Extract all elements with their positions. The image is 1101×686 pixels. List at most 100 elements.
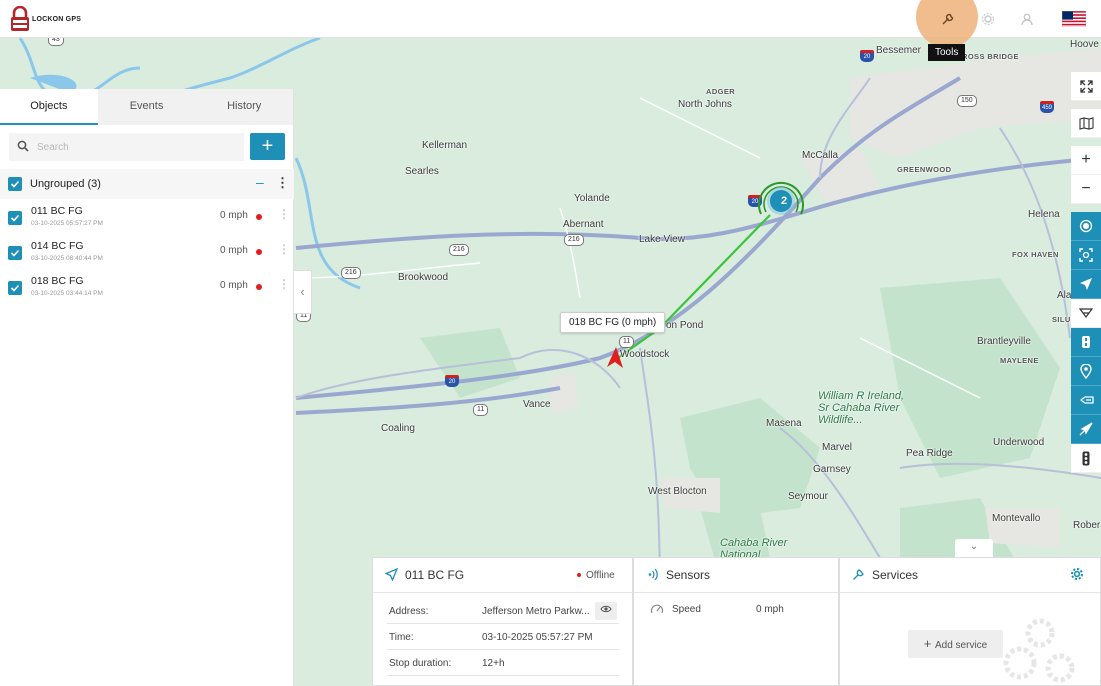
- search-row: +: [9, 133, 285, 161]
- filter-icon[interactable]: [1071, 299, 1101, 328]
- place-label: Brookwood: [398, 272, 449, 283]
- add-object-button[interactable]: +: [250, 133, 285, 160]
- object-name: 011 BC FG: [31, 205, 83, 217]
- object-checkbox[interactable]: [8, 281, 22, 295]
- sensors-panel: Sensors Speed 0 mph: [633, 557, 839, 686]
- object-name: 014 BC FG: [31, 240, 84, 252]
- route-shield: 150: [957, 95, 977, 107]
- check-icon: [10, 284, 20, 292]
- fit-bounds-icon[interactable]: [1071, 241, 1101, 270]
- interstate-shield: 20: [445, 375, 459, 387]
- padlock-logo-icon: [11, 6, 29, 31]
- zoom-in-icon[interactable]: +: [1071, 146, 1101, 175]
- expand-panel-chevron-icon[interactable]: ⌄: [955, 539, 993, 557]
- object-menu-icon[interactable]: ⋮: [278, 277, 290, 291]
- check-icon: [10, 249, 20, 257]
- info-row-address: Address: Jefferson Metro Parkw...: [387, 598, 619, 624]
- place-label: GREENWOOD: [897, 165, 952, 174]
- group-checkbox[interactable]: [8, 177, 22, 191]
- place-label: Hoove: [1070, 39, 1099, 50]
- place-label: Garnsey: [813, 464, 851, 475]
- sensor-name: Speed: [672, 604, 701, 615]
- info-value: 12+h: [482, 658, 505, 669]
- place-label: ADGER: [706, 87, 736, 96]
- tab-events[interactable]: Events: [98, 89, 196, 125]
- offline-status-icon: [256, 284, 262, 290]
- services-panel: Services + Add service: [839, 557, 1101, 686]
- group-menu-icon[interactable]: ⋮: [276, 175, 289, 191]
- park-label: William R Ireland, Sr Cahaba River Wildl…: [818, 390, 905, 426]
- fullscreen-icon[interactable]: [1071, 72, 1101, 101]
- object-checkbox[interactable]: [8, 246, 22, 260]
- place-label: Searles: [405, 166, 439, 177]
- object-info-panel: 011 BC FG Offline Address: Jefferson Met…: [372, 557, 633, 686]
- group-row-ungrouped[interactable]: Ungrouped (3) – ⋮: [0, 169, 294, 199]
- send-icon[interactable]: [1071, 415, 1101, 444]
- info-key: Stop duration:: [389, 658, 452, 669]
- place-label: Seymour: [788, 491, 829, 502]
- wrench-icon[interactable]: [937, 8, 959, 30]
- speedometer-icon: [650, 604, 664, 614]
- marker-icon[interactable]: [1071, 357, 1101, 386]
- place-label: FOX HAVEN: [1012, 250, 1059, 259]
- place-label: Yolande: [574, 193, 610, 204]
- services-title: Services: [872, 568, 919, 582]
- object-info-name: 011 BC FG: [405, 568, 465, 582]
- services-header: Services: [840, 558, 1100, 593]
- object-checkbox[interactable]: [8, 211, 22, 225]
- us-flag-icon[interactable]: [1062, 11, 1086, 27]
- target-icon[interactable]: [1071, 212, 1101, 241]
- cluster-count: 2: [780, 195, 788, 207]
- place-label: Kellerman: [422, 140, 468, 151]
- logo-text: LOCKON GPS: [32, 15, 82, 23]
- navigate-icon[interactable]: [1071, 270, 1101, 299]
- info-value: 03-10-2025 05:57:27 PM: [482, 632, 593, 643]
- gear-icon[interactable]: [977, 8, 999, 30]
- map-toolbar: + −: [1071, 72, 1101, 473]
- tab-objects[interactable]: Objects: [0, 89, 98, 125]
- place-label: Vance: [523, 399, 551, 410]
- gear-icon[interactable]: [1070, 567, 1084, 581]
- place-label: North Johns: [678, 99, 732, 110]
- object-menu-icon[interactable]: ⋮: [278, 207, 290, 221]
- place-label: Bessemer: [876, 45, 922, 56]
- status-badge: Offline: [577, 570, 615, 581]
- object-time: 03-10-2025 08:40:44 PM: [31, 255, 103, 262]
- route-shield: 11: [473, 404, 489, 416]
- street-view-icon[interactable]: [1071, 328, 1101, 357]
- place-label: SILU: [1052, 315, 1071, 324]
- object-info-header: 011 BC FG Offline: [373, 558, 632, 593]
- sensor-value: 0 mph: [756, 604, 784, 615]
- place-label: Pea Ridge: [906, 448, 953, 459]
- collapse-panel-chevron-icon[interactable]: ‹: [294, 270, 312, 314]
- user-icon[interactable]: [1016, 8, 1038, 30]
- zoom-out-icon[interactable]: −: [1071, 175, 1101, 204]
- group-collapse-button[interactable]: –: [256, 174, 264, 190]
- map-layers-icon[interactable]: [1071, 109, 1101, 138]
- search-input[interactable]: [37, 137, 237, 157]
- object-row[interactable]: 018 BC FG 03-10-2025 03:44:14 PM 0 mph ⋮: [0, 271, 294, 306]
- eye-icon[interactable]: [595, 602, 617, 620]
- place-label: Marvel: [822, 442, 853, 453]
- route-icon[interactable]: [1071, 386, 1101, 415]
- add-service-button[interactable]: + Add service: [908, 630, 1003, 658]
- object-name: 018 BC FG: [31, 275, 84, 287]
- wrench-icon: [853, 569, 864, 580]
- search-box: [9, 133, 244, 161]
- vehicle-arrow-icon[interactable]: [606, 346, 624, 370]
- traffic-icon[interactable]: [1071, 444, 1101, 473]
- object-row[interactable]: 014 BC FG 03-10-2025 08:40:44 PM 0 mph ⋮: [0, 236, 294, 271]
- tab-history[interactable]: History: [195, 89, 293, 125]
- place-label: ROSS BRIDGE: [962, 52, 1019, 61]
- place-label: Helena: [1028, 209, 1060, 220]
- place-label: Ala: [1057, 290, 1072, 301]
- info-row-stop-duration: Stop duration: 12+h: [387, 650, 619, 676]
- place-label: Brantleyville: [977, 336, 1031, 347]
- object-row[interactable]: 011 BC FG 03-10-2025 05:57:27 PM 0 mph ⋮: [0, 201, 294, 236]
- cluster-marker[interactable]: 2: [755, 180, 807, 232]
- info-key: Time:: [389, 632, 414, 643]
- place-label: West Blocton: [648, 486, 707, 497]
- lockon-logo[interactable]: LOCKON GPS: [10, 5, 81, 33]
- object-menu-icon[interactable]: ⋮: [278, 242, 290, 256]
- plus-icon: +: [923, 636, 935, 651]
